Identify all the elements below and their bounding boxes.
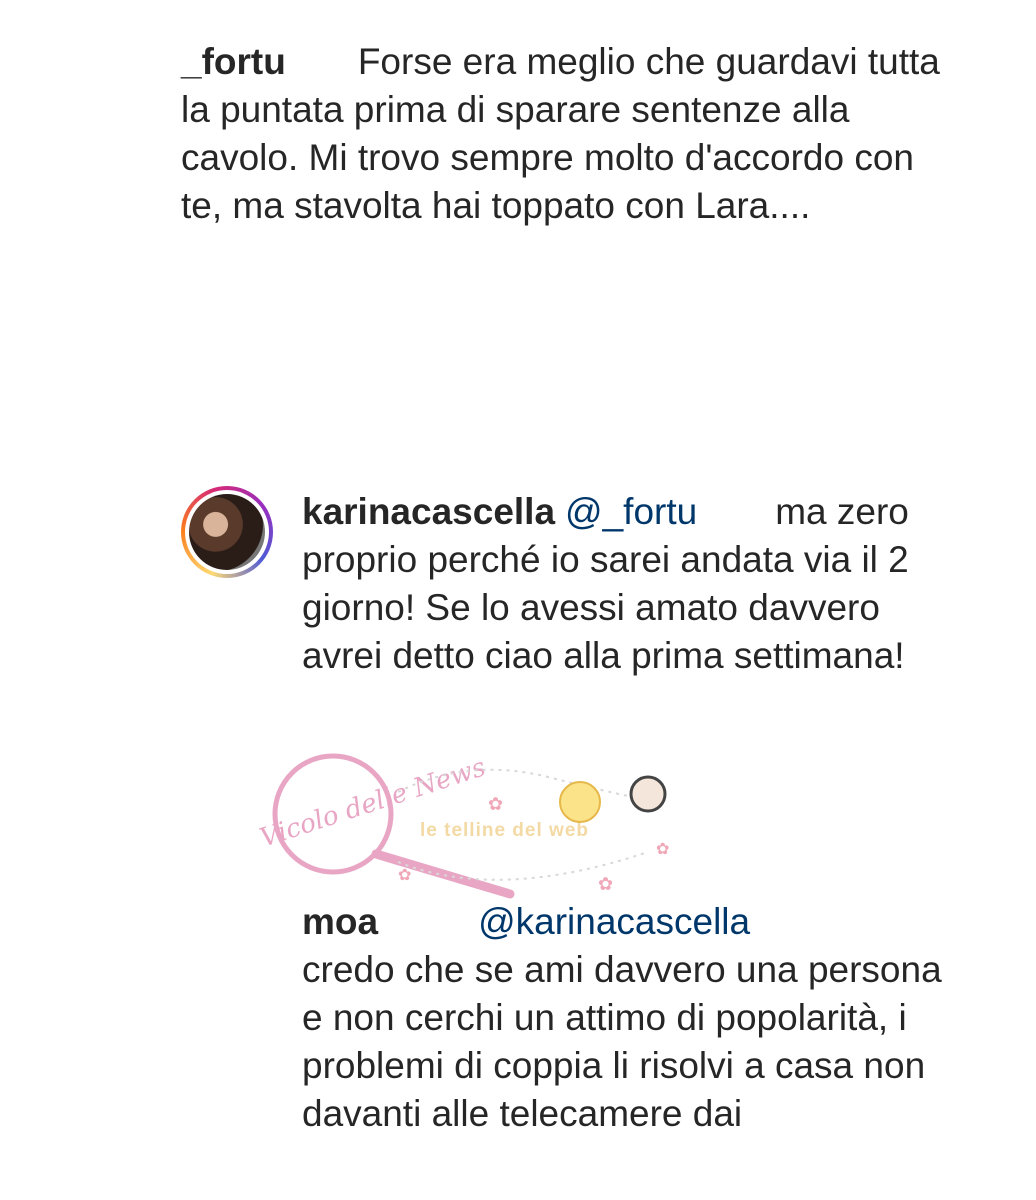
- comment-body: _fortu Forse era meglio che guardavi tutt…: [181, 38, 941, 230]
- paw-icon: ✿: [488, 794, 503, 814]
- comment-text: Forse era meglio che guardavi tutta la p…: [181, 41, 940, 226]
- cartoon-face-blonde: [559, 781, 601, 823]
- magnifier-handle: [371, 849, 515, 899]
- comment-body: karinacascella @_fortu ma zero proprio per…: [302, 488, 942, 680]
- comment-fortu: _fortu Forse era meglio che guardavi tutt…: [181, 38, 941, 230]
- comment-username[interactable]: karinacascella: [302, 491, 555, 532]
- comment-karinacascella: karinacascella @_fortu ma zero proprio per…: [302, 488, 942, 680]
- cartoon-face-dark: [629, 775, 667, 813]
- watermark-logo: Vicolo delle News le telline del web ✿ ✿…: [256, 752, 669, 899]
- comment-mention[interactable]: @karinacascella: [478, 901, 750, 942]
- paw-icon: ✿: [398, 867, 411, 884]
- avatar-border: [185, 490, 269, 574]
- comment-body: moa @karinacascella credo che se ami davve…: [302, 898, 942, 1138]
- avatar[interactable]: [181, 486, 273, 578]
- comment-mention[interactable]: @_fortu: [565, 491, 697, 532]
- watermark-tagline: le telline del web: [420, 820, 589, 841]
- comment-username[interactable]: _fortu: [181, 41, 286, 82]
- comment-text: credo che se ami davvero una persona e n…: [302, 949, 942, 1134]
- avatar-photo: [189, 494, 265, 570]
- comment-username[interactable]: moa: [302, 901, 378, 942]
- comment-moa: moa @karinacascella credo che se ami davve…: [302, 898, 942, 1138]
- paw-icon: ✿: [656, 841, 669, 858]
- paw-icon: ✿: [598, 874, 613, 894]
